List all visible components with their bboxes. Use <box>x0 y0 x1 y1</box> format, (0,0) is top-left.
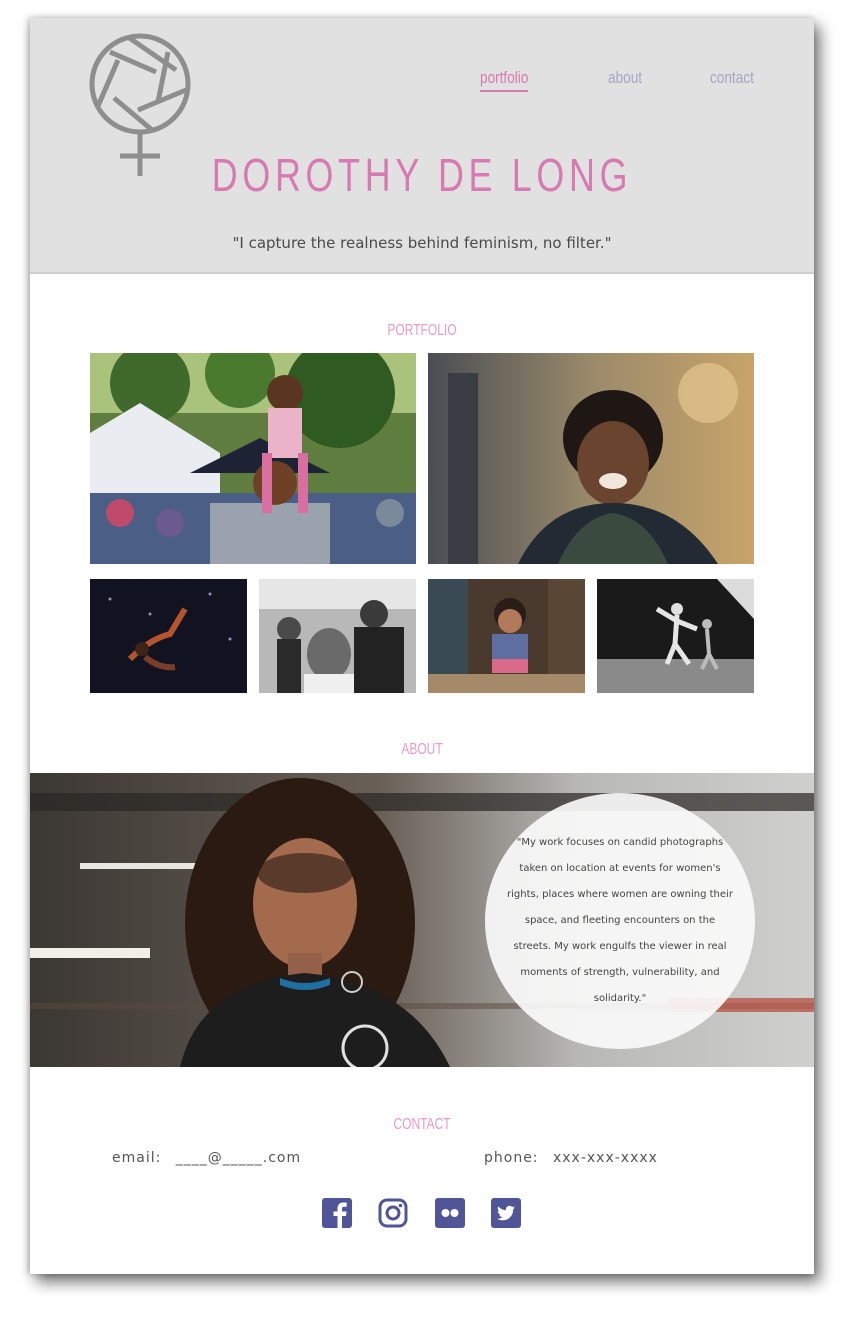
about-quote: "My work focuses on candid photographs t… <box>507 837 733 1004</box>
about-quote-circle: "My work focuses on candid photographs t… <box>485 793 755 1049</box>
tagline: "I capture the realness behind feminism,… <box>232 234 612 252</box>
main-nav: portfolio about contact <box>30 68 814 98</box>
phone-row: phone: xxx-xxx-xxxx <box>484 1150 658 1166</box>
nav-contact[interactable]: contact <box>710 68 754 88</box>
email-row: email: ____@_____.com <box>112 1150 301 1166</box>
facebook-icon[interactable] <box>322 1198 352 1228</box>
portfolio-heading: PORTFOLIO <box>387 322 457 339</box>
about-heading: ABOUT <box>401 741 443 758</box>
email-link[interactable]: ____@_____.com <box>176 1150 301 1166</box>
portfolio-photo-dance-performance[interactable] <box>597 579 754 693</box>
portfolio-photo-dancer[interactable] <box>90 579 247 693</box>
portfolio-photo-festival[interactable] <box>90 353 416 564</box>
nav-portfolio[interactable]: portfolio <box>480 68 529 92</box>
nav-about[interactable]: about <box>608 68 642 88</box>
twitter-icon[interactable] <box>491 1198 521 1228</box>
phone-label: phone: <box>484 1150 539 1166</box>
portfolio-photo-barber[interactable] <box>259 579 416 693</box>
phone-link[interactable]: xxx-xxx-xxxx <box>553 1150 658 1166</box>
portfolio-photo-laughing-woman[interactable] <box>428 353 754 564</box>
instagram-icon[interactable] <box>378 1198 408 1228</box>
flickr-icon[interactable] <box>435 1198 465 1228</box>
site-header: portfolio about contact DOROTHY DE LONG … <box>30 18 814 274</box>
page: portfolio about contact DOROTHY DE LONG … <box>30 18 814 1274</box>
site-title: DOROTHY DE LONG <box>211 149 633 201</box>
portfolio-photo-young-girl[interactable] <box>428 579 585 693</box>
about-section: "My work focuses on candid photographs t… <box>30 773 814 1067</box>
email-label: email: <box>112 1150 162 1166</box>
contact-heading: CONTACT <box>393 1116 451 1133</box>
